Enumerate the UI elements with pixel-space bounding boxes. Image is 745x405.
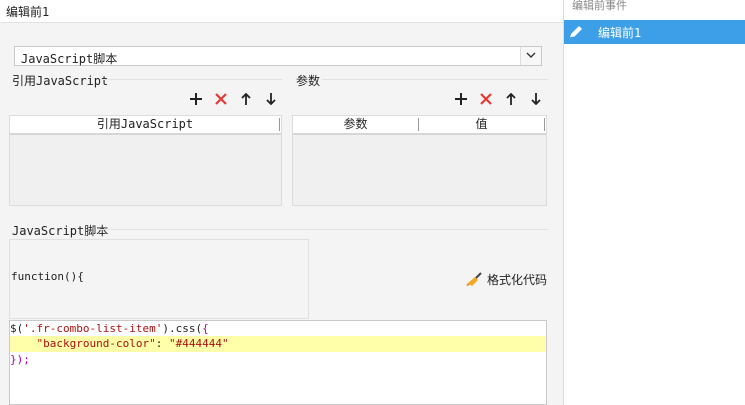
sidebar-item-label: 编辑前1 [598, 26, 642, 40]
delete-x-icon [480, 93, 492, 105]
plus-icon [190, 93, 202, 105]
function-signature-box: function(){ [9, 239, 309, 319]
pencil-icon [569, 26, 582, 39]
move-param-down-button[interactable] [527, 90, 545, 108]
ref-js-label: 引用JavaScript [12, 74, 109, 88]
event-sidebar: 编辑前事件 编辑前1 [563, 0, 745, 405]
add-param-button[interactable] [452, 90, 470, 108]
plus-icon [455, 93, 467, 105]
ref-js-column-header[interactable]: 引用JavaScript [10, 116, 280, 133]
script-type-value: JavaScript脚本 [21, 52, 118, 66]
ref-js-table-header: 引用JavaScript [10, 116, 281, 135]
delete-x-icon [215, 93, 227, 105]
param-name-column-header[interactable]: 参数 [293, 116, 418, 133]
sidebar-title: 编辑前事件 [572, 0, 627, 12]
format-code-label: 格式化代码 [487, 272, 548, 287]
params-table-header: 参数 值 [293, 116, 546, 135]
move-ref-down-button[interactable] [262, 90, 280, 108]
delete-param-button[interactable] [477, 90, 495, 108]
arrow-up-icon [241, 93, 251, 105]
delete-ref-button[interactable] [212, 90, 230, 108]
code-line: $('.fr-combo-list-item').css({ [10, 322, 209, 335]
column-separator [544, 118, 545, 131]
arrow-up-icon [506, 93, 516, 105]
script-divider [98, 229, 548, 230]
params-table: 参数 值 [292, 115, 547, 206]
panel-title-bar: 编辑前1 [0, 0, 563, 23]
param-value-column-header[interactable]: 值 [419, 116, 544, 133]
code-line: }); [10, 353, 30, 366]
move-param-up-button[interactable] [502, 90, 520, 108]
params-label: 参数 [296, 74, 321, 88]
code-line-highlighted: "background-color": "#444444" [10, 336, 546, 352]
arrow-down-icon [266, 93, 276, 105]
arrow-down-icon [531, 93, 541, 105]
ref-js-divider [100, 79, 282, 80]
add-ref-button[interactable] [187, 90, 205, 108]
editor-panel: 编辑前1 JavaScript脚本 引用JavaScript 引用JavaScr… [0, 0, 563, 405]
format-code-button[interactable]: 格式化代码 [466, 270, 547, 288]
move-ref-up-button[interactable] [237, 90, 255, 108]
script-type-select[interactable]: JavaScript脚本 [14, 46, 542, 66]
panel-title: 编辑前1 [6, 5, 50, 19]
sidebar-item-edit-before-1[interactable]: 编辑前1 [564, 20, 745, 44]
script-label: JavaScript脚本 [12, 224, 109, 238]
params-divider [322, 79, 548, 80]
ref-js-table: 引用JavaScript [9, 115, 282, 206]
code-editor[interactable]: $('.fr-combo-list-item').css({ "backgrou… [9, 320, 547, 405]
chevron-down-icon[interactable] [520, 47, 541, 65]
broom-icon [466, 272, 482, 286]
function-signature: function(){ [11, 270, 84, 283]
column-separator [279, 118, 280, 131]
